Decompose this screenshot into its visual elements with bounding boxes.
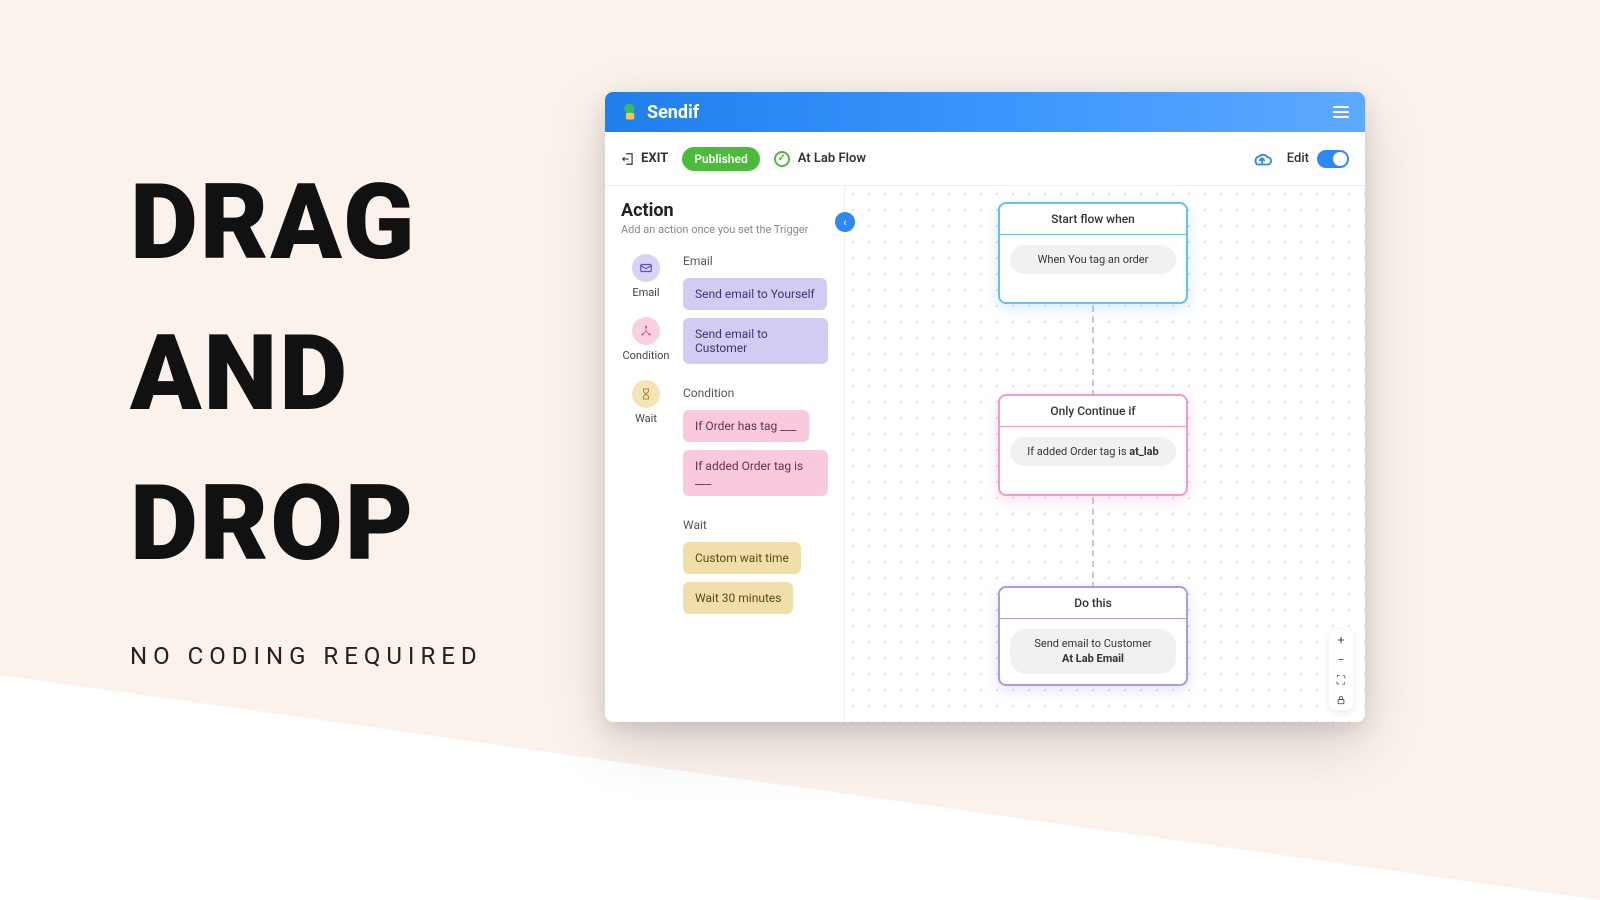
action-send-email-customer[interactable]: Send email to Customer <box>683 318 828 364</box>
action-wait-30[interactable]: Wait 30 minutes <box>683 582 793 614</box>
exit-icon <box>621 152 635 166</box>
hero-subtitle: NO CODING REQUIRED <box>130 642 483 670</box>
section-condition-heading: Condition <box>683 386 828 400</box>
node-action-content: Send email to Customer At Lab Email <box>1010 629 1176 674</box>
hero-line-3: DROP <box>130 466 483 582</box>
lock-button[interactable] <box>1329 690 1353 710</box>
connector-line <box>1092 498 1094 588</box>
hourglass-icon <box>632 380 660 408</box>
app-header: Sendif <box>605 92 1365 132</box>
category-condition[interactable]: Condition <box>622 317 669 362</box>
action-panel: Action Add an action once you set the Tr… <box>605 186 845 722</box>
brand[interactable]: Sendif <box>621 102 699 123</box>
section-email-heading: Email <box>683 254 828 268</box>
action-send-email-self[interactable]: Send email to Yourself <box>683 278 827 310</box>
edit-switch[interactable] <box>1317 150 1349 168</box>
action-if-added-tag-is[interactable]: If added Order tag is ___ <box>683 450 828 496</box>
hero-line-1: DRAG <box>130 165 483 281</box>
node-trigger-content: When You tag an order <box>1010 245 1176 274</box>
node-action[interactable]: Do this Send email to Customer At Lab Em… <box>998 586 1188 686</box>
hero-line-2: AND <box>130 316 483 432</box>
brand-name: Sendif <box>647 102 699 123</box>
flow-name: ✓ At Lab Flow <box>774 151 866 167</box>
panel-title: Action <box>621 200 828 221</box>
node-condition-header: Only Continue if <box>1000 396 1186 427</box>
collapse-panel-button[interactable]: ‹ <box>835 212 855 232</box>
zoom-controls: + − ⛶ <box>1329 630 1353 710</box>
node-condition[interactable]: Only Continue if If added Order tag is a… <box>998 394 1188 496</box>
category-wait[interactable]: Wait <box>632 380 660 425</box>
zoom-out-button[interactable]: − <box>1329 650 1353 670</box>
node-trigger[interactable]: Start flow when When You tag an order <box>998 202 1188 304</box>
toolbar: EXIT Published ✓ At Lab Flow Edit <box>605 132 1365 186</box>
edit-label: Edit <box>1287 151 1309 166</box>
app-window: Sendif EXIT Published ✓ At Lab Flow Edit… <box>605 92 1365 722</box>
node-action-header: Do this <box>1000 588 1186 619</box>
hierarchy-icon <box>632 317 660 345</box>
section-wait-heading: Wait <box>683 518 828 532</box>
edit-toggle: Edit <box>1287 150 1349 168</box>
flow-canvas[interactable]: ‹ Start flow when When You tag an order … <box>845 186 1365 722</box>
node-condition-content: If added Order tag is at_lab <box>1010 437 1176 466</box>
panel-subtitle: Add an action once you set the Trigger <box>621 223 828 236</box>
node-trigger-header: Start flow when <box>1000 204 1186 235</box>
status-badge: Published <box>682 147 759 171</box>
zoom-in-button[interactable]: + <box>1329 630 1353 650</box>
category-email[interactable]: Email <box>632 254 660 299</box>
action-if-order-has-tag[interactable]: If Order has tag ___ <box>683 410 809 442</box>
action-custom-wait[interactable]: Custom wait time <box>683 542 801 574</box>
exit-button[interactable]: EXIT <box>621 151 668 166</box>
cloud-sync-icon[interactable] <box>1251 148 1273 170</box>
connector-line <box>1092 306 1094 396</box>
logo-icon <box>621 102 641 122</box>
email-icon <box>632 254 660 282</box>
fit-view-button[interactable]: ⛶ <box>1329 670 1353 690</box>
menu-icon[interactable] <box>1333 106 1349 118</box>
check-icon: ✓ <box>774 151 790 167</box>
